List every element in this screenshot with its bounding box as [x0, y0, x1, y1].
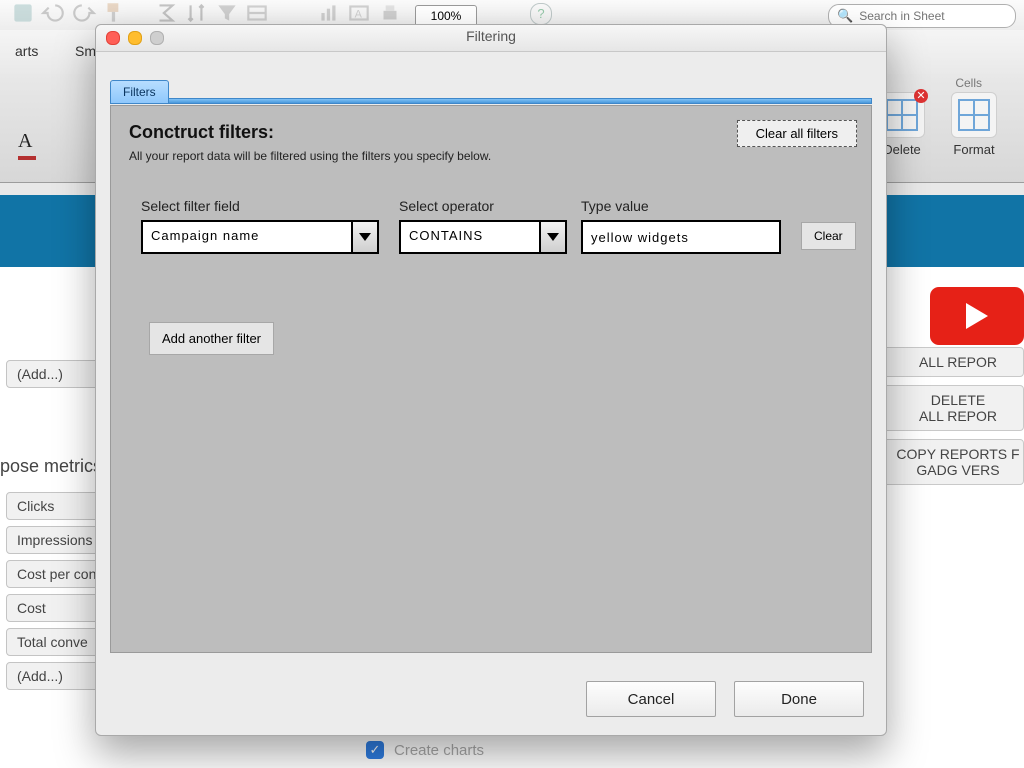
filter-operator-value: CONTAINS	[401, 222, 539, 252]
format-button[interactable]: Format	[942, 92, 1006, 157]
metrics-header: pose metrics	[0, 456, 102, 477]
dialog-tabstrip: Filters	[110, 80, 872, 104]
help-icon[interactable]: ?	[530, 3, 552, 25]
delete-badge-icon: ✕	[914, 89, 928, 103]
format-label: Format	[953, 142, 994, 157]
action-delete-all[interactable]: DELETE ALL REPOR	[882, 385, 1024, 431]
sheet-search-input[interactable]	[857, 8, 1016, 24]
filter-field-label: Select filter field	[141, 198, 379, 214]
create-charts-row: ✓ Create charts	[366, 741, 484, 759]
panel-subtitle: All your report data will be filtered us…	[111, 149, 871, 163]
filter-clear-column: Clear	[801, 222, 856, 250]
done-button[interactable]: Done	[734, 681, 864, 717]
toolbar-group-mid	[153, 0, 270, 26]
filter-panel: Conctruct filters: All your report data …	[110, 105, 872, 653]
sum-icon[interactable]	[153, 0, 179, 26]
save-icon[interactable]	[10, 0, 36, 26]
chevron-down-icon	[547, 233, 559, 241]
filter-value-input-wrap	[581, 220, 781, 254]
clear-all-filters-button[interactable]: Clear all filters	[737, 120, 857, 147]
font-color-underline	[18, 156, 36, 160]
chart-icon[interactable]	[316, 0, 342, 26]
add-chip-group: (Add...)	[6, 360, 106, 394]
undo-icon[interactable]	[40, 0, 66, 26]
filter-operator-column: Select operator CONTAINS	[399, 198, 567, 254]
filter-field-column: Select filter field Campaign name	[141, 198, 379, 254]
add-another-filter-button[interactable]: Add another filter	[149, 322, 274, 355]
filter-operator-label: Select operator	[399, 198, 567, 214]
youtube-play-button[interactable]	[930, 287, 1024, 345]
chip-add-metric[interactable]: (Add...)	[6, 662, 106, 690]
dialog-titlebar[interactable]: Filtering	[96, 25, 886, 52]
dialog-title: Filtering	[96, 28, 886, 44]
cancel-button[interactable]: Cancel	[586, 681, 716, 717]
chip-clicks[interactable]: Clicks	[6, 492, 106, 520]
chip-add[interactable]: (Add...)	[6, 360, 106, 388]
chip-impressions[interactable]: Impressions	[6, 526, 106, 554]
chip-cost[interactable]: Cost	[6, 594, 106, 622]
dialog-footer-buttons: Cancel Done	[586, 681, 864, 717]
filter-operator-select[interactable]: CONTAINS	[399, 220, 567, 254]
toolbar-group-chart: A	[316, 0, 403, 26]
delete-label: Delete	[883, 142, 921, 157]
play-icon	[966, 303, 988, 329]
filter-operator-dropdown-button[interactable]	[539, 222, 565, 252]
svg-text:A: A	[355, 8, 363, 20]
filtering-dialog: Filtering Filters Conctruct filters: All…	[95, 24, 887, 736]
textbox-icon[interactable]: A	[346, 0, 372, 26]
toolbar-group-left	[10, 0, 127, 26]
table-icon[interactable]	[244, 0, 270, 26]
filter-field-dropdown-button[interactable]	[351, 222, 377, 252]
chip-cpc[interactable]: Cost per con	[6, 560, 106, 588]
redo-icon[interactable]	[71, 0, 97, 26]
chevron-down-icon	[359, 233, 371, 241]
filter-field-value: Campaign name	[143, 222, 351, 252]
chip-total-conv[interactable]: Total conve	[6, 628, 106, 656]
search-icon: 🔍	[837, 8, 853, 24]
action-all-reports[interactable]: ALL REPOR	[882, 347, 1024, 377]
create-charts-label: Create charts	[394, 742, 484, 759]
right-action-buttons: ALL REPOR DELETE ALL REPOR COPY REPORTS …	[882, 347, 1024, 485]
filter-value-label: Type value	[581, 198, 781, 214]
tab-filters[interactable]: Filters	[110, 80, 169, 104]
font-color-icon[interactable]: A	[18, 130, 32, 153]
filter-value-column: Type value	[581, 198, 781, 254]
sort-icon[interactable]	[183, 0, 209, 26]
paint-icon[interactable]	[101, 0, 127, 26]
tabstrip-bar	[110, 98, 872, 104]
action-copy-reports[interactable]: COPY REPORTS F GADG VERS	[882, 439, 1024, 485]
filter-field-select[interactable]: Campaign name	[141, 220, 379, 254]
cells-group-label: Cells	[955, 76, 982, 90]
filter-icon[interactable]	[214, 0, 240, 26]
create-charts-checkbox[interactable]: ✓	[366, 741, 384, 759]
clear-row-button[interactable]: Clear	[801, 222, 856, 250]
print-icon[interactable]	[377, 0, 403, 26]
metrics-chip-group: Clicks Impressions Cost per con Cost Tot…	[6, 492, 106, 696]
ribbon-tab-partial-left[interactable]: arts	[0, 42, 53, 73]
filter-value-input[interactable]	[583, 222, 795, 252]
